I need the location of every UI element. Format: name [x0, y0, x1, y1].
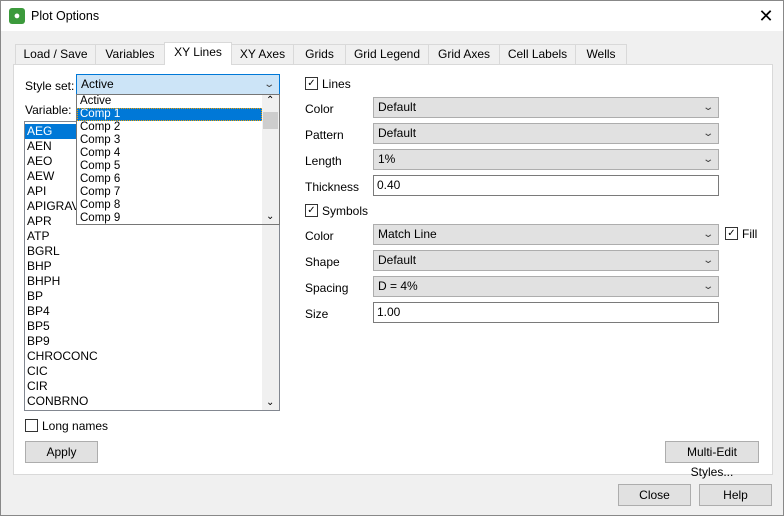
length-select[interactable]: 1% ⌄ — [373, 149, 719, 170]
variable-label: Variable: — [25, 103, 72, 117]
pattern-value: Default — [378, 126, 417, 140]
symbol-color-select[interactable]: Match Line ⌄ — [373, 224, 719, 245]
multi-edit-styles-button[interactable]: Multi-Edit Styles... — [665, 441, 759, 479]
fill-checkbox[interactable]: ✓ — [725, 227, 738, 240]
style-set-option[interactable]: Comp 1 — [77, 108, 262, 121]
style-set-option[interactable]: Comp 3 — [77, 134, 279, 147]
title-bar — [1, 1, 783, 31]
scroll-down-icon[interactable]: ⌄ — [266, 211, 274, 222]
chevron-down-icon: ⌄ — [701, 154, 714, 165]
tab-xy-lines[interactable]: XY Lines — [164, 42, 232, 65]
chevron-down-icon: ⌄ — [701, 128, 714, 139]
style-set-option[interactable]: Comp 7 — [77, 186, 279, 199]
variable-list-item[interactable]: AEG — [25, 124, 77, 139]
tab-grid-legend[interactable]: Grid Legend — [345, 44, 429, 65]
tab-wells[interactable]: Wells — [575, 44, 627, 65]
style-set-option[interactable]: Comp 6 — [77, 173, 279, 186]
chevron-down-icon: ⌄ — [262, 79, 275, 90]
pattern-label: Pattern — [305, 128, 344, 142]
style-set-option[interactable]: Comp 9 — [77, 212, 279, 224]
shape-select[interactable]: Default ⌄ — [373, 250, 719, 271]
app-icon: ● — [9, 8, 25, 24]
chevron-down-icon: ⌄ — [701, 281, 714, 292]
scroll-down-icon[interactable]: ⌄ — [266, 397, 274, 408]
tab-xy-axes[interactable]: XY Axes — [231, 44, 294, 65]
close-window-icon[interactable]: ✕ — [751, 4, 781, 28]
thickness-label: Thickness — [305, 180, 360, 194]
lines-label: Lines — [322, 77, 351, 91]
lines-checkbox[interactable]: ✓ — [305, 77, 318, 90]
thickness-input[interactable]: 0.40 — [373, 175, 719, 196]
size-label: Size — [305, 307, 329, 321]
window-title: Plot Options — [31, 9, 100, 23]
tab-grid-axes[interactable]: Grid Axes — [428, 44, 500, 65]
scroll-thumb[interactable] — [263, 112, 278, 129]
style-set-option[interactable]: Comp 8 — [77, 199, 279, 212]
variable-list-item[interactable]: BP5 — [25, 319, 279, 334]
symbol-color-label: Color — [305, 229, 334, 243]
tab-cell-labels[interactable]: Cell Labels — [499, 44, 576, 65]
length-label: Length — [305, 154, 342, 168]
style-set-label: Style set: — [25, 79, 75, 93]
style-set-select[interactable]: Active ⌄ — [76, 74, 280, 95]
variable-list-item[interactable]: CIR — [25, 379, 279, 394]
variable-list-item[interactable]: BP4 — [25, 304, 279, 319]
symbol-color-value: Match Line — [378, 227, 437, 241]
long-names-checkbox[interactable] — [25, 419, 38, 432]
variable-list-item[interactable]: ATP — [25, 229, 279, 244]
style-set-option[interactable]: Active — [77, 95, 279, 108]
style-set-value: Active — [81, 77, 114, 91]
variable-list-item[interactable]: CONBRNO — [25, 394, 279, 409]
pattern-select[interactable]: Default ⌄ — [373, 123, 719, 144]
tab-grids[interactable]: Grids — [293, 44, 346, 65]
tab-variables[interactable]: Variables — [95, 44, 165, 65]
line-color-value: Default — [378, 100, 417, 114]
length-value: 1% — [378, 152, 396, 166]
dropdown-scrollbar[interactable]: ⌃ ⌄ — [262, 95, 279, 224]
size-input[interactable]: 1.00 — [373, 302, 719, 323]
spacing-label: Spacing — [305, 281, 349, 295]
style-set-option[interactable]: Comp 4 — [77, 147, 279, 160]
line-color-select[interactable]: Default ⌄ — [373, 97, 719, 118]
fill-label: Fill — [742, 227, 758, 241]
close-button[interactable]: Close — [618, 484, 691, 506]
variable-list-item[interactable]: CIC — [25, 364, 279, 379]
symbols-label: Symbols — [322, 204, 369, 218]
style-set-option[interactable]: Comp 5 — [77, 160, 279, 173]
variable-list-item[interactable]: BP9 — [25, 334, 279, 349]
long-names-label: Long names — [42, 419, 109, 433]
chevron-down-icon: ⌄ — [701, 255, 714, 266]
variable-list-item[interactable]: BHP — [25, 259, 279, 274]
help-button[interactable]: Help — [699, 484, 772, 506]
scroll-up-icon[interactable]: ⌃ — [266, 95, 274, 106]
variable-list-item[interactable]: CHROCONC — [25, 349, 279, 364]
shape-value: Default — [378, 253, 417, 267]
style-set-dropdown[interactable]: Active Comp 1 Comp 2 Comp 3 Comp 4 Comp 5 Comp… — [76, 94, 280, 225]
variable-list-item[interactable]: BHPH — [25, 274, 279, 289]
variable-list-item[interactable]: BGRL — [25, 244, 279, 259]
spacing-value: D = 4% — [378, 279, 418, 293]
tab-load-save[interactable]: Load / Save — [15, 44, 96, 65]
chevron-down-icon: ⌄ — [701, 229, 714, 240]
chevron-down-icon: ⌄ — [701, 102, 714, 113]
style-set-option[interactable]: Comp 2 — [77, 121, 279, 134]
symbols-checkbox[interactable]: ✓ — [305, 204, 318, 217]
apply-button[interactable]: Apply — [25, 441, 98, 463]
variable-list-item[interactable]: BP — [25, 289, 279, 304]
shape-label: Shape — [305, 255, 340, 269]
spacing-select[interactable]: D = 4% ⌄ — [373, 276, 719, 297]
line-color-label: Color — [305, 102, 334, 116]
